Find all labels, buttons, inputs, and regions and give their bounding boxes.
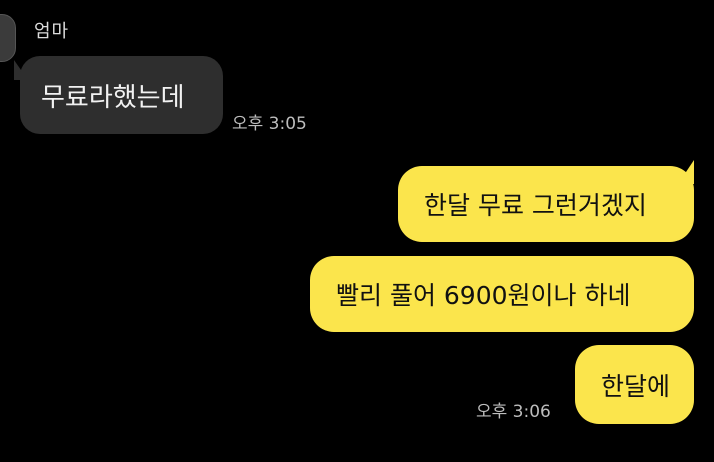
outgoing-message-bubble[interactable]: 빨리 풀어 6900원이나 하네 — [310, 256, 694, 332]
message-timestamp: 오후 3:06 — [476, 402, 551, 422]
message-text: 한달 무료 그런거겠지 — [424, 191, 647, 220]
message-text: 무료라했는데 — [41, 82, 185, 113]
message-text: 빨리 풀어 6900원이나 하네 — [336, 281, 631, 310]
message-text: 한달에 — [601, 371, 671, 401]
sender-name: 엄마 — [34, 21, 70, 42]
message-timestamp: 오후 3:05 — [232, 114, 307, 134]
incoming-message-bubble[interactable]: 무료라했는데 — [20, 56, 223, 134]
outgoing-message-bubble[interactable]: 한달 무료 그런거겠지 — [398, 166, 694, 242]
outgoing-message-bubble[interactable]: 한달에 — [575, 345, 694, 424]
avatar[interactable] — [0, 14, 16, 62]
